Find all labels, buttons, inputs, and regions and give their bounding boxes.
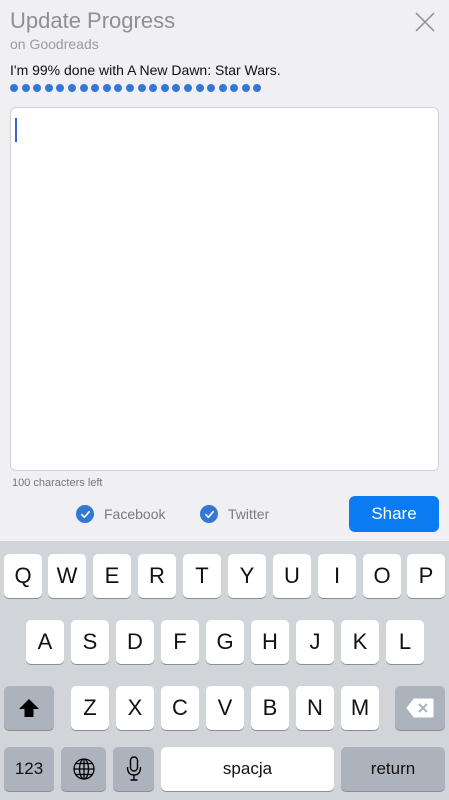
- share-button[interactable]: Share: [349, 496, 439, 532]
- key-w[interactable]: W: [48, 554, 86, 598]
- keyboard: Q W E R T Y U I O P A S D F G H J K L Z …: [0, 541, 449, 800]
- close-icon[interactable]: [409, 6, 441, 38]
- progress-dot: [172, 84, 181, 92]
- key-d[interactable]: D: [116, 620, 154, 664]
- progress-dot: [195, 84, 204, 92]
- key-g[interactable]: G: [206, 620, 244, 664]
- globe-key[interactable]: [61, 747, 106, 791]
- progress-dot: [91, 84, 100, 92]
- progress-dot: [137, 84, 146, 92]
- twitter-toggle[interactable]: Twitter: [200, 505, 269, 523]
- progress-dot: [125, 84, 134, 92]
- progress-dot: [33, 84, 42, 92]
- progress-dot: [10, 84, 18, 92]
- key-q[interactable]: Q: [4, 554, 42, 598]
- microphone-icon: [126, 756, 142, 782]
- progress-dot: [241, 84, 250, 92]
- key-h[interactable]: H: [251, 620, 289, 664]
- page-title: Update Progress: [10, 8, 176, 33]
- progress-dot: [102, 84, 111, 92]
- comment-input[interactable]: [11, 108, 438, 470]
- progress-dot: [183, 84, 192, 92]
- progress-dot: [114, 84, 123, 92]
- key-p[interactable]: P: [407, 554, 445, 598]
- space-key[interactable]: spacja: [161, 747, 334, 791]
- key-a[interactable]: A: [26, 620, 64, 664]
- shift-icon: [18, 698, 40, 718]
- key-s[interactable]: S: [71, 620, 109, 664]
- backspace-icon: [406, 698, 434, 718]
- microphone-key[interactable]: [113, 747, 154, 791]
- key-x[interactable]: X: [116, 686, 154, 730]
- key-z[interactable]: Z: [71, 686, 109, 730]
- key-m[interactable]: M: [341, 686, 379, 730]
- key-v[interactable]: V: [206, 686, 244, 730]
- checkmark-icon: [200, 505, 218, 523]
- key-f[interactable]: F: [161, 620, 199, 664]
- delete-key[interactable]: [395, 686, 445, 730]
- key-k[interactable]: K: [341, 620, 379, 664]
- key-u[interactable]: U: [273, 554, 311, 598]
- progress-dot: [149, 84, 158, 92]
- progress-dot: [218, 84, 227, 92]
- progress-dot: [21, 84, 30, 92]
- shift-key[interactable]: [4, 686, 54, 730]
- key-n[interactable]: N: [296, 686, 334, 730]
- progress-dot: [253, 84, 262, 92]
- return-key[interactable]: return: [341, 747, 445, 791]
- progress-dot: [79, 84, 88, 92]
- key-y[interactable]: Y: [228, 554, 266, 598]
- key-b[interactable]: B: [251, 686, 289, 730]
- progress-dot: [207, 84, 216, 92]
- checkmark-icon: [76, 505, 94, 523]
- key-e[interactable]: E: [93, 554, 131, 598]
- progress-dot: [67, 84, 76, 92]
- facebook-label: Facebook: [104, 506, 166, 522]
- characters-left-counter: 100 characters left: [12, 477, 103, 489]
- numbers-key[interactable]: 123: [4, 747, 54, 791]
- progress-dot: [56, 84, 65, 92]
- progress-dot: [160, 84, 169, 92]
- key-o[interactable]: O: [363, 554, 401, 598]
- globe-icon: [72, 757, 96, 781]
- progress-dot: [44, 84, 53, 92]
- facebook-toggle[interactable]: Facebook: [76, 505, 165, 523]
- comment-box[interactable]: [10, 107, 439, 471]
- progress-status-text: I'm 99% done with A New Dawn: Star Wars.: [10, 62, 281, 78]
- share-options-row: Facebook Twitter Share: [0, 496, 449, 534]
- key-t[interactable]: T: [183, 554, 221, 598]
- page-subtitle: on Goodreads: [10, 36, 99, 52]
- key-j[interactable]: J: [296, 620, 334, 664]
- progress-dot: [230, 84, 239, 92]
- key-c[interactable]: C: [161, 686, 199, 730]
- twitter-label: Twitter: [228, 506, 270, 522]
- progress-dots: [10, 84, 310, 96]
- key-l[interactable]: L: [386, 620, 424, 664]
- key-i[interactable]: I: [318, 554, 356, 598]
- key-r[interactable]: R: [138, 554, 176, 598]
- header: Update Progress on Goodreads: [0, 0, 449, 60]
